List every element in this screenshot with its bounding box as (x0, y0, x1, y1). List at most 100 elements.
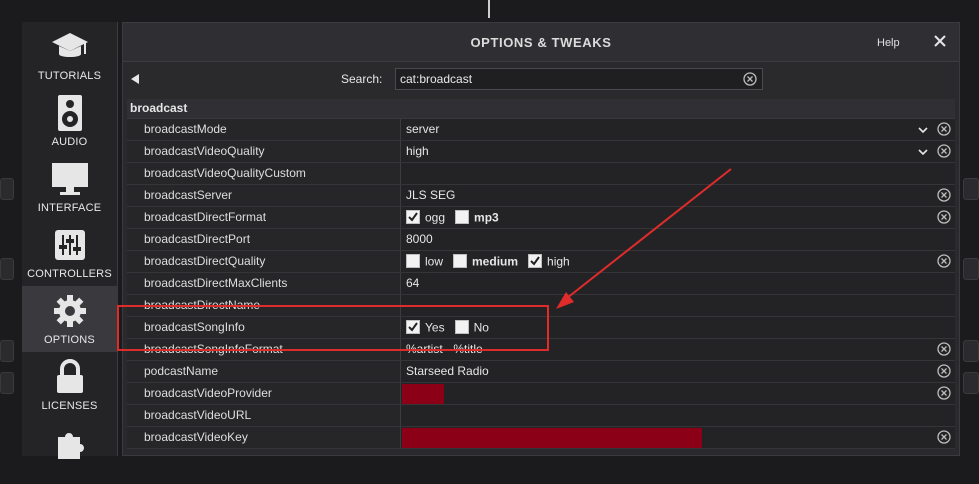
sidebar-item-interface[interactable]: INTERFACE (22, 154, 117, 220)
setting-row: broadcastVideoURL (127, 405, 955, 427)
reset-button[interactable] (937, 188, 951, 202)
reset-icon (937, 364, 951, 378)
setting-value[interactable]: low medium high (402, 251, 932, 272)
setting-value[interactable] (402, 295, 932, 316)
setting-value-text: %artist - %title (406, 342, 483, 356)
checkbox[interactable] (454, 319, 469, 334)
setting-value[interactable]: %artist - %title (402, 339, 932, 360)
option-checkbox[interactable]: high (528, 251, 570, 272)
setting-key: broadcastVideoQuality (127, 141, 401, 162)
reset-button[interactable] (937, 386, 951, 400)
setting-key: broadcastDirectFormat (127, 207, 401, 228)
setting-value[interactable]: high (402, 141, 932, 162)
setting-value[interactable]: ogg mp3 (402, 207, 932, 228)
puzzle-icon (50, 424, 90, 462)
help-button[interactable]: Help (877, 37, 900, 49)
background-control (0, 178, 14, 200)
sidebar-item-controllers[interactable]: CONTROLLERS (22, 220, 117, 286)
setting-key: podcastName (127, 361, 401, 382)
setting-key: broadcastSongInfoFormat (127, 339, 401, 360)
reset-icon (937, 144, 951, 158)
setting-value-text: 64 (406, 276, 420, 290)
setting-value[interactable] (402, 163, 932, 184)
setting-row: broadcastVideoKey (127, 427, 955, 449)
setting-value[interactable]: Starseed Radio (402, 361, 932, 382)
setting-key: broadcastDirectQuality (127, 251, 401, 272)
reset-button[interactable] (937, 342, 951, 356)
background-control (0, 372, 14, 394)
setting-row: broadcastVideoQuality high (127, 141, 955, 163)
sidebar-item-tutorials[interactable]: TUTORIALS (22, 22, 117, 88)
dropdown-button[interactable] (918, 124, 928, 134)
option-checkbox[interactable]: Yes (406, 317, 445, 338)
setting-key: broadcastDirectPort (127, 229, 401, 250)
setting-key: broadcastSongInfo (127, 317, 401, 338)
checkmark-icon (408, 212, 418, 222)
setting-row: podcastName Starseed Radio (127, 361, 955, 383)
setting-value-text: Starseed Radio (406, 364, 489, 378)
reset-icon (937, 122, 951, 136)
checkbox[interactable] (455, 209, 470, 224)
checkbox[interactable] (453, 253, 468, 268)
setting-row: broadcastSongInfoFormat %artist - %title (127, 339, 955, 361)
background-divider (488, 0, 490, 18)
setting-value[interactable] (402, 405, 932, 426)
option-checkbox[interactable]: medium (453, 251, 518, 272)
setting-value[interactable]: server (402, 119, 932, 140)
reset-icon (937, 254, 951, 268)
mixer-sliders-icon (50, 226, 90, 264)
reset-button[interactable] (937, 430, 951, 444)
setting-value[interactable]: 8000 (402, 229, 932, 250)
dialog-titlebar: OPTIONS & TWEAKS Help (123, 23, 959, 62)
option-checkbox[interactable]: ogg (406, 207, 445, 228)
reset-icon (937, 430, 951, 444)
clear-search-button[interactable] (743, 72, 757, 86)
setting-value[interactable] (402, 427, 932, 448)
option-label: Yes (425, 320, 445, 335)
setting-key: broadcastVideoKey (127, 427, 401, 448)
setting-key: broadcastMode (127, 119, 401, 140)
setting-value[interactable]: JLS SEG (402, 185, 932, 206)
option-checkbox[interactable]: low (406, 251, 443, 272)
setting-row: broadcastServer JLS SEG (127, 185, 955, 207)
setting-value[interactable]: Yes No (402, 317, 932, 338)
reset-button[interactable] (937, 364, 951, 378)
search-label: Search: (341, 72, 383, 86)
sidebar-item-audio[interactable]: AUDIO (22, 88, 117, 154)
option-checkbox[interactable]: mp3 (455, 207, 499, 228)
option-checkbox[interactable]: No (454, 317, 489, 338)
sidebar-item-licenses[interactable]: LICENSES (22, 352, 117, 418)
reset-button[interactable] (937, 210, 951, 224)
sidebar-item-plugins[interactable] (22, 418, 117, 484)
clear-icon (743, 72, 757, 86)
search-input[interactable] (396, 69, 740, 89)
reset-button[interactable] (937, 254, 951, 268)
chevron-down-icon (918, 149, 928, 156)
background-control (963, 178, 979, 200)
checkbox[interactable] (528, 253, 543, 268)
setting-value-text: high (406, 144, 429, 158)
back-button[interactable] (129, 72, 141, 84)
close-button[interactable] (931, 32, 949, 50)
setting-row: broadcastDirectQuality low medium high (127, 251, 955, 273)
setting-value[interactable]: 64 (402, 273, 932, 294)
sidebar-item-label: AUDIO (51, 136, 88, 148)
checkbox[interactable] (406, 209, 420, 224)
setting-row: broadcastSongInfo Yes No (127, 317, 955, 339)
monitor-icon (50, 160, 90, 198)
option-label: medium (472, 254, 519, 269)
checkbox[interactable] (406, 253, 420, 268)
dropdown-button[interactable] (918, 146, 928, 156)
reset-button[interactable] (937, 122, 951, 136)
lock-icon (50, 358, 90, 396)
checkbox[interactable] (406, 319, 420, 334)
sidebar-item-label: TUTORIALS (37, 70, 102, 82)
setting-key: broadcastVideoQualityCustom (127, 163, 401, 184)
option-label: low (425, 254, 444, 269)
background-control (963, 340, 979, 362)
sidebar-item-options[interactable]: OPTIONS (22, 286, 117, 352)
category-header: broadcast (127, 99, 955, 119)
reset-icon (937, 342, 951, 356)
setting-value[interactable] (402, 383, 932, 404)
reset-button[interactable] (937, 144, 951, 158)
